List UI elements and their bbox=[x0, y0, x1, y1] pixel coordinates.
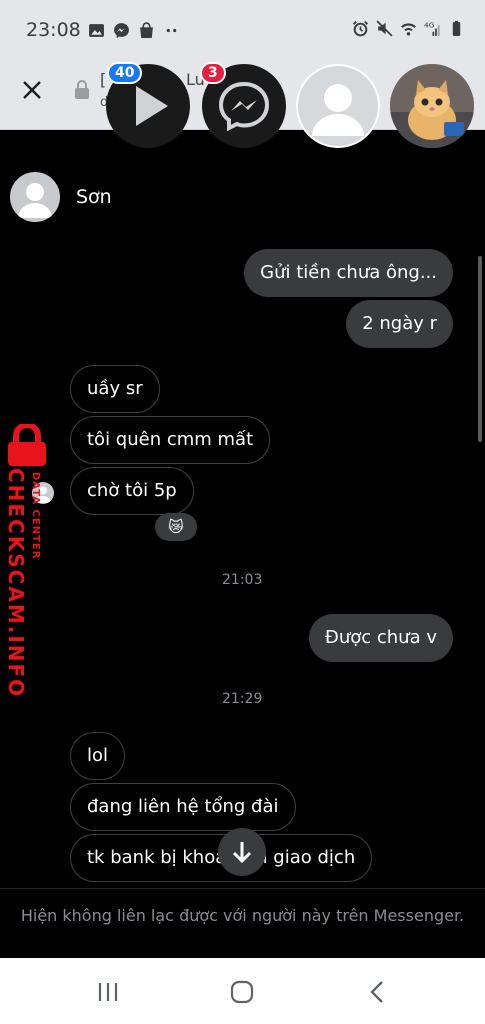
shopping-bag-icon bbox=[140, 22, 153, 38]
message-timestamp: 21:03 bbox=[222, 572, 263, 588]
person-icon bbox=[18, 183, 52, 218]
more-dots-icon bbox=[166, 28, 177, 33]
watermark-small-text: DATA CENTER bbox=[30, 472, 41, 560]
scrollbar[interactable] bbox=[478, 256, 482, 442]
messenger-icon bbox=[114, 23, 129, 38]
unavailable-notice: Hiện không liên lạc được với người này t… bbox=[20, 906, 465, 925]
mute-icon bbox=[376, 20, 393, 37]
chathead-contact-avatar[interactable] bbox=[296, 64, 380, 148]
watermark-text: CHECKSCAM.INFO bbox=[4, 468, 28, 699]
message-bubble-incoming[interactable]: uầy sr bbox=[70, 365, 160, 413]
message-bubble-incoming[interactable]: chờ tôi 5p bbox=[70, 467, 194, 515]
image-icon bbox=[89, 24, 104, 37]
cat-photo-icon bbox=[390, 64, 474, 148]
notification-badge: 3 bbox=[200, 62, 226, 84]
alarm-icon bbox=[352, 20, 369, 37]
contact-name[interactable]: Sơn bbox=[76, 186, 112, 208]
message-reaction[interactable]: 😿 bbox=[155, 513, 197, 541]
person-icon bbox=[312, 84, 364, 136]
back-icon[interactable] bbox=[364, 978, 392, 1006]
battery-icon bbox=[452, 20, 461, 36]
message-bubble-incoming[interactable]: tôi quên cmm mất bbox=[70, 416, 271, 464]
message-bubble-outgoing[interactable]: 2 ngày r bbox=[346, 300, 453, 348]
message-bubble-outgoing[interactable]: Gửi tiền chưa ông... bbox=[244, 249, 453, 297]
arrow-down-icon bbox=[232, 842, 252, 864]
wifi-icon bbox=[401, 23, 416, 36]
watermark-lock-icon bbox=[8, 424, 46, 466]
status-time: 23:08 bbox=[26, 19, 81, 41]
status-right-icons: 4G bbox=[352, 20, 465, 37]
message-bubble-incoming[interactable]: lol bbox=[70, 732, 126, 780]
chathead-cat-avatar[interactable] bbox=[390, 64, 474, 148]
status-bar: 23:08 4G bbox=[0, 0, 485, 60]
svg-text:4G: 4G bbox=[424, 20, 435, 29]
notification-badge: 40 bbox=[107, 62, 143, 84]
close-icon[interactable] bbox=[20, 78, 44, 102]
home-icon[interactable] bbox=[228, 978, 256, 1006]
message-bubble-incoming[interactable]: đang liên hệ tổng đài bbox=[70, 783, 296, 831]
status-left-icons bbox=[88, 22, 180, 39]
lock-icon bbox=[75, 80, 89, 99]
scroll-to-bottom-button[interactable] bbox=[218, 828, 266, 876]
message-timestamp: 21:29 bbox=[222, 691, 263, 707]
message-bubble-outgoing[interactable]: Được chưa v bbox=[308, 614, 453, 662]
signal-4g-icon: 4G bbox=[424, 20, 440, 36]
recent-apps-icon[interactable] bbox=[94, 978, 122, 1006]
contact-avatar[interactable] bbox=[10, 172, 60, 222]
